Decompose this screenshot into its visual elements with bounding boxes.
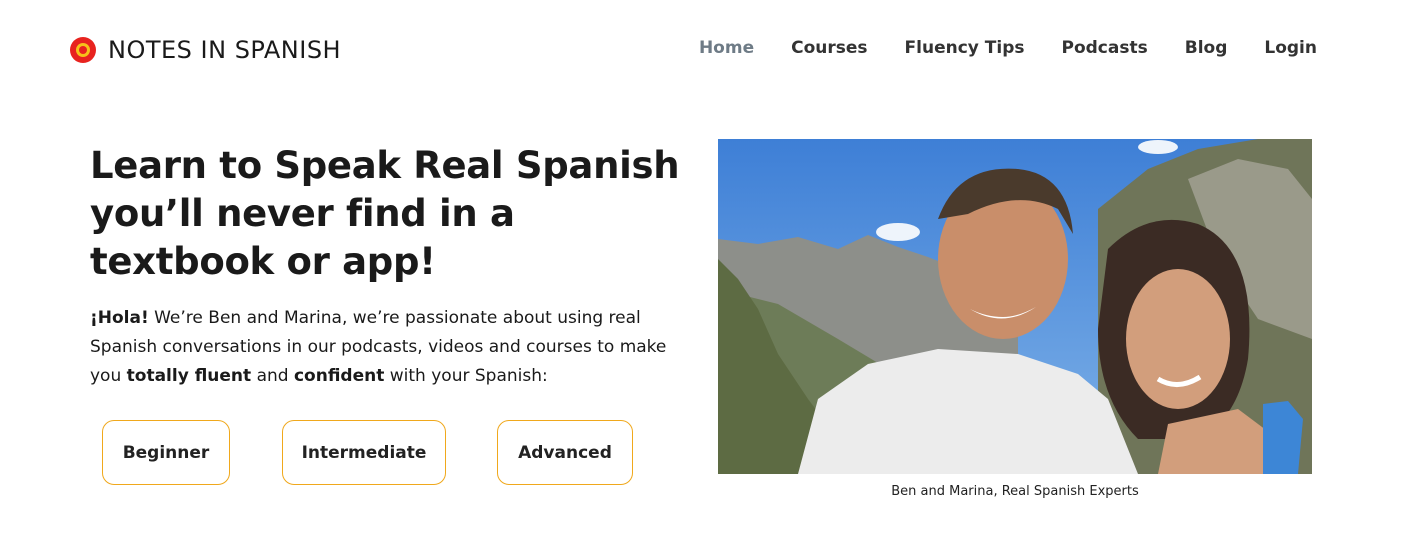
- intermediate-button[interactable]: Intermediate: [282, 420, 446, 485]
- main-nav: Home Courses Fluency Tips Podcasts Blog …: [699, 38, 1317, 58]
- hero-greeting: ¡Hola!: [90, 308, 149, 328]
- nav-home[interactable]: Home: [699, 38, 754, 58]
- brand-name: NOTES IN SPANISH: [108, 36, 342, 64]
- hero-photo: [718, 139, 1312, 474]
- hero-section: Learn to Speak Real Spanish you’ll never…: [90, 142, 680, 391]
- advanced-button[interactable]: Advanced: [497, 420, 633, 485]
- beginner-button[interactable]: Beginner: [102, 420, 230, 485]
- nav-podcasts[interactable]: Podcasts: [1062, 38, 1148, 58]
- hero-intro: ¡Hola! We’re Ben and Marina, we’re passi…: [90, 304, 670, 391]
- hero-emph-fluent: totally fluent: [126, 366, 252, 386]
- circle-logo-icon: [70, 37, 96, 63]
- nav-fluency-tips[interactable]: Fluency Tips: [905, 38, 1025, 58]
- hero-intro-text-2: and: [251, 366, 294, 386]
- hero-title: Learn to Speak Real Spanish you’ll never…: [90, 144, 680, 283]
- hero-emph-confident: confident: [293, 366, 385, 386]
- level-buttons: Beginner Intermediate Advanced: [102, 420, 642, 485]
- nav-login[interactable]: Login: [1264, 38, 1317, 58]
- photo-caption: Ben and Marina, Real Spanish Experts: [891, 484, 1139, 499]
- nav-courses[interactable]: Courses: [791, 38, 867, 58]
- nav-blog[interactable]: Blog: [1185, 38, 1228, 58]
- hero-intro-text-3: with your Spanish:: [384, 366, 548, 386]
- site-logo[interactable]: NOTES IN SPANISH: [70, 36, 341, 64]
